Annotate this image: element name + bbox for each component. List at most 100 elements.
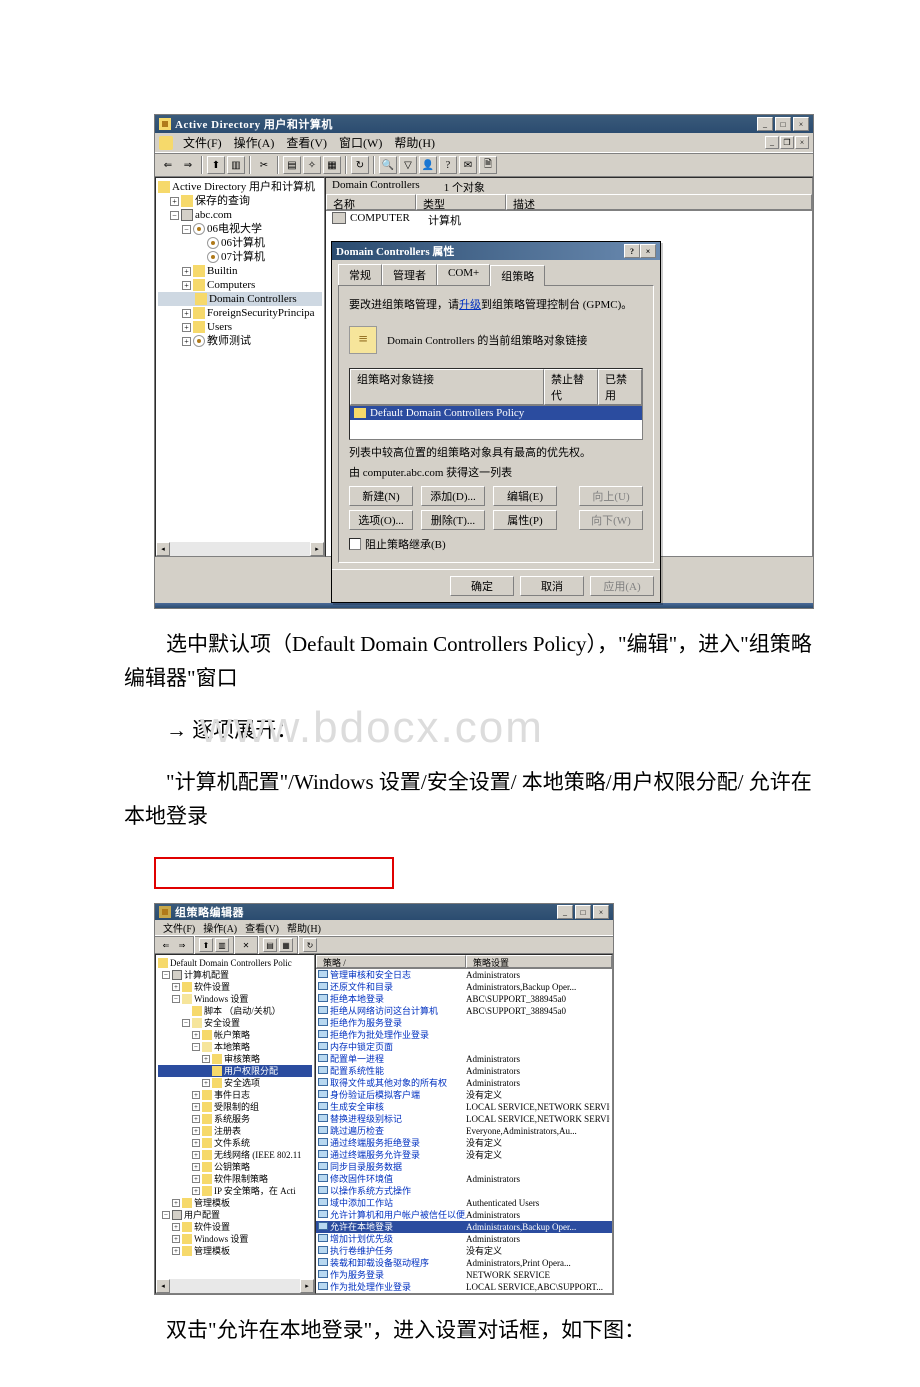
policy-row[interactable]: 作为服务登录NETWORK SERVICE <box>316 1269 612 1281</box>
list-row[interactable]: COMPUTER 计算机 <box>326 211 812 229</box>
dialog-titlebar[interactable]: Domain Controllers 属性 ? × <box>332 242 660 260</box>
gp-menu-file[interactable]: 文件(F) <box>159 920 199 935</box>
tree-node[interactable]: +ForeignSecurityPrincipa <box>158 306 322 320</box>
menu-action[interactable]: 操作(A) <box>228 134 281 151</box>
gp-menu-action[interactable]: 操作(A) <box>199 920 241 935</box>
policy-row[interactable]: 域中添加工作站Authenticated Users <box>316 1197 612 1209</box>
expand-toggle[interactable]: + <box>182 323 191 332</box>
menu-help[interactable]: 帮助(H) <box>388 134 441 151</box>
expand-toggle[interactable]: − <box>182 1019 190 1027</box>
gp-max-button[interactable]: □ <box>575 905 591 919</box>
gp-up-button[interactable]: ⬆ <box>199 938 213 952</box>
user-button[interactable]: 👤 <box>419 156 437 174</box>
expand-toggle[interactable]: − <box>162 971 170 979</box>
policy-row[interactable]: 取得文件或其他对象的所有权Administrators <box>316 1077 612 1089</box>
policy-row[interactable]: 配置单一进程Administrators <box>316 1053 612 1065</box>
maximize-button[interactable]: □ <box>775 117 791 131</box>
gp-tree-node[interactable]: +管理模板 <box>158 1245 312 1257</box>
tree-node[interactable]: +Users <box>158 320 322 334</box>
policy-row[interactable]: 拒绝从网络访问这台计算机ABC\SUPPORT_388945a0 <box>316 1005 612 1017</box>
tree-node[interactable]: 06计算机 <box>158 236 322 250</box>
gp-tree-node[interactable]: +公钥策略 <box>158 1161 312 1173</box>
expand-toggle[interactable]: + <box>192 1187 200 1195</box>
cut-button[interactable]: ✂ <box>255 156 273 174</box>
delete-gpo-button[interactable]: 删除(T)... <box>421 510 485 530</box>
policy-row[interactable]: 还原文件和目录Administrators,Backup Oper... <box>316 981 612 993</box>
expand-toggle[interactable]: + <box>172 1247 180 1255</box>
gp-tree-node[interactable]: +注册表 <box>158 1125 312 1137</box>
gp-props-button[interactable]: ▤ <box>263 938 277 952</box>
add-gpo-button[interactable]: 添加(D)... <box>421 486 485 506</box>
properties-button[interactable]: ▤ <box>283 156 301 174</box>
policy-row[interactable]: 内存中锁定页面 <box>316 1041 612 1053</box>
ok-button[interactable]: 确定 <box>450 576 514 596</box>
policy-row[interactable]: 允许计算机和用户帐户被信任以便用于...Administrators <box>316 1209 612 1221</box>
expand-toggle[interactable]: + <box>192 1139 200 1147</box>
moveup-button[interactable]: 向上(U) <box>579 486 643 506</box>
menu-file[interactable]: 文件(F) <box>177 134 228 151</box>
gp-close-button[interactable]: × <box>593 905 609 919</box>
gpo-properties-button[interactable]: 属性(P) <box>493 510 557 530</box>
policy-row[interactable]: 身份验证后模拟客户端没有定义 <box>316 1089 612 1101</box>
gp-tree-node[interactable]: +软件设置 <box>158 1221 312 1233</box>
tree-node[interactable]: 07计算机 <box>158 250 322 264</box>
policy-row[interactable]: 允许在本地登录Administrators,Backup Oper... <box>316 1221 612 1233</box>
gp-back-button[interactable]: ⇐ <box>159 938 173 952</box>
expand-toggle[interactable]: + <box>182 281 191 290</box>
block-inherit-checkbox[interactable]: 阻止策略继承(B) <box>349 536 643 552</box>
gp-tree-node[interactable]: −Windows 设置 <box>158 993 312 1005</box>
policy-row[interactable]: 装载和卸载设备驱动程序Administrators,Print Opera... <box>316 1257 612 1269</box>
gp-tree-node[interactable]: +IP 安全策略，在 Acti <box>158 1185 312 1197</box>
policy-row[interactable]: 拒绝作为批处理作业登录 <box>316 1029 612 1041</box>
gp-tree-pane[interactable]: Default Domain Controllers Polic −计算机配置 +… <box>155 954 315 1294</box>
gp-export-button[interactable]: ▦ <box>279 938 293 952</box>
policy-row[interactable]: 生成安全审核LOCAL SERVICE,NETWORK SERVICE <box>316 1101 612 1113</box>
expand-toggle[interactable]: + <box>192 1127 200 1135</box>
tree-node[interactable]: −abc.com <box>158 208 322 222</box>
titlebar[interactable]: Active Directory 用户和计算机 _ □ × <box>155 115 813 133</box>
tree-root[interactable]: Active Directory 用户和计算机 <box>158 180 322 194</box>
policy-row[interactable]: 同步目录服务数据 <box>316 1161 612 1173</box>
policy-row[interactable]: 执行卷维护任务没有定义 <box>316 1245 612 1257</box>
gp-tree-node[interactable]: −本地策略 <box>158 1041 312 1053</box>
expand-toggle[interactable]: + <box>202 1079 210 1087</box>
expand-toggle[interactable]: + <box>192 1175 200 1183</box>
gp-tree-node[interactable]: −用户配置 <box>158 1209 312 1221</box>
gp-tree-node[interactable]: +帐户策略 <box>158 1029 312 1041</box>
tab-com[interactable]: COM+ <box>437 264 490 285</box>
child-restore-button[interactable]: ❐ <box>780 136 794 149</box>
show-hide-tree-button[interactable]: ▥ <box>227 156 245 174</box>
expand-toggle[interactable]: + <box>192 1151 200 1159</box>
gp-delete2-button[interactable]: ✕ <box>239 938 253 952</box>
help-topic-button[interactable]: ? <box>439 156 457 174</box>
policy-row[interactable]: 配置系统性能Administrators <box>316 1065 612 1077</box>
gpo-col-disabled[interactable]: 已禁用 <box>598 369 642 405</box>
col-desc[interactable]: 描述 <box>506 194 812 210</box>
policy-row[interactable]: 增加计划优先级Administrators <box>316 1233 612 1245</box>
expand-toggle[interactable]: + <box>172 983 180 991</box>
gp-tree-root[interactable]: Default Domain Controllers Polic <box>158 957 312 969</box>
gpo-row-selected[interactable]: Default Domain Controllers Policy <box>350 406 642 420</box>
gp-tree-node[interactable]: 脚本 （启动/关机） <box>158 1005 312 1017</box>
dialog-close-button[interactable]: × <box>640 244 656 258</box>
expand-toggle[interactable]: + <box>172 1235 180 1243</box>
expand-toggle[interactable]: + <box>202 1055 210 1063</box>
expand-toggle[interactable]: + <box>170 197 179 206</box>
gp-col-policy[interactable]: 策略 / <box>316 955 466 968</box>
gp-tree-node[interactable]: +受限制的组 <box>158 1101 312 1113</box>
gp-menu-help[interactable]: 帮助(H) <box>283 920 325 935</box>
gp-tree-node[interactable]: −计算机配置 <box>158 969 312 981</box>
policy-row[interactable]: 以操作系统方式操作 <box>316 1185 612 1197</box>
tab-gpo[interactable]: 组策略 <box>490 265 545 286</box>
expand-toggle[interactable]: + <box>182 309 191 318</box>
expand-toggle[interactable]: + <box>192 1103 200 1111</box>
movedown-button[interactable]: 向下(W) <box>579 510 643 530</box>
gp-tree-node[interactable]: −安全设置 <box>158 1017 312 1029</box>
policy-row[interactable]: 管理审核和安全日志Administrators <box>316 969 612 981</box>
policy-row[interactable]: 作为批处理作业登录LOCAL SERVICE,ABC\SUPPORT... <box>316 1281 612 1293</box>
options-button[interactable]: 选项(O)... <box>349 510 413 530</box>
col-name[interactable]: 名称 <box>326 194 416 210</box>
gp-tree-node[interactable]: +系统服务 <box>158 1113 312 1125</box>
gp-tree-node[interactable]: +文件系统 <box>158 1137 312 1149</box>
minimize-button[interactable]: _ <box>757 117 773 131</box>
